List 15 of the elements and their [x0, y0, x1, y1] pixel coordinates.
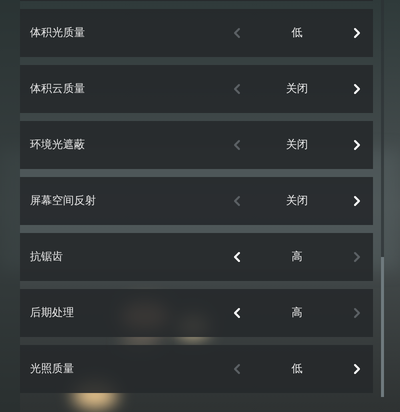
setting-value: 关闭: [285, 80, 309, 97]
setting-value: 关闭: [285, 192, 309, 209]
setting-value: 高: [290, 248, 304, 265]
setting-value: 关闭: [285, 136, 309, 153]
setting-label: 环境光遮蔽: [30, 136, 86, 153]
setting-label: 光照质量: [30, 360, 75, 377]
setting-value: 高: [290, 304, 304, 321]
scrollbar-thumb[interactable]: [381, 257, 384, 397]
setting-label: 屏幕空间反射: [30, 192, 97, 209]
setting-value: 低: [290, 360, 304, 377]
setting-label: 体积云质量: [30, 80, 86, 97]
setting-label: 抗锯齿: [30, 248, 64, 265]
setting-label: 后期处理: [30, 304, 75, 321]
setting-value: 低: [290, 24, 304, 41]
setting-label: 体积光质量: [30, 24, 86, 41]
